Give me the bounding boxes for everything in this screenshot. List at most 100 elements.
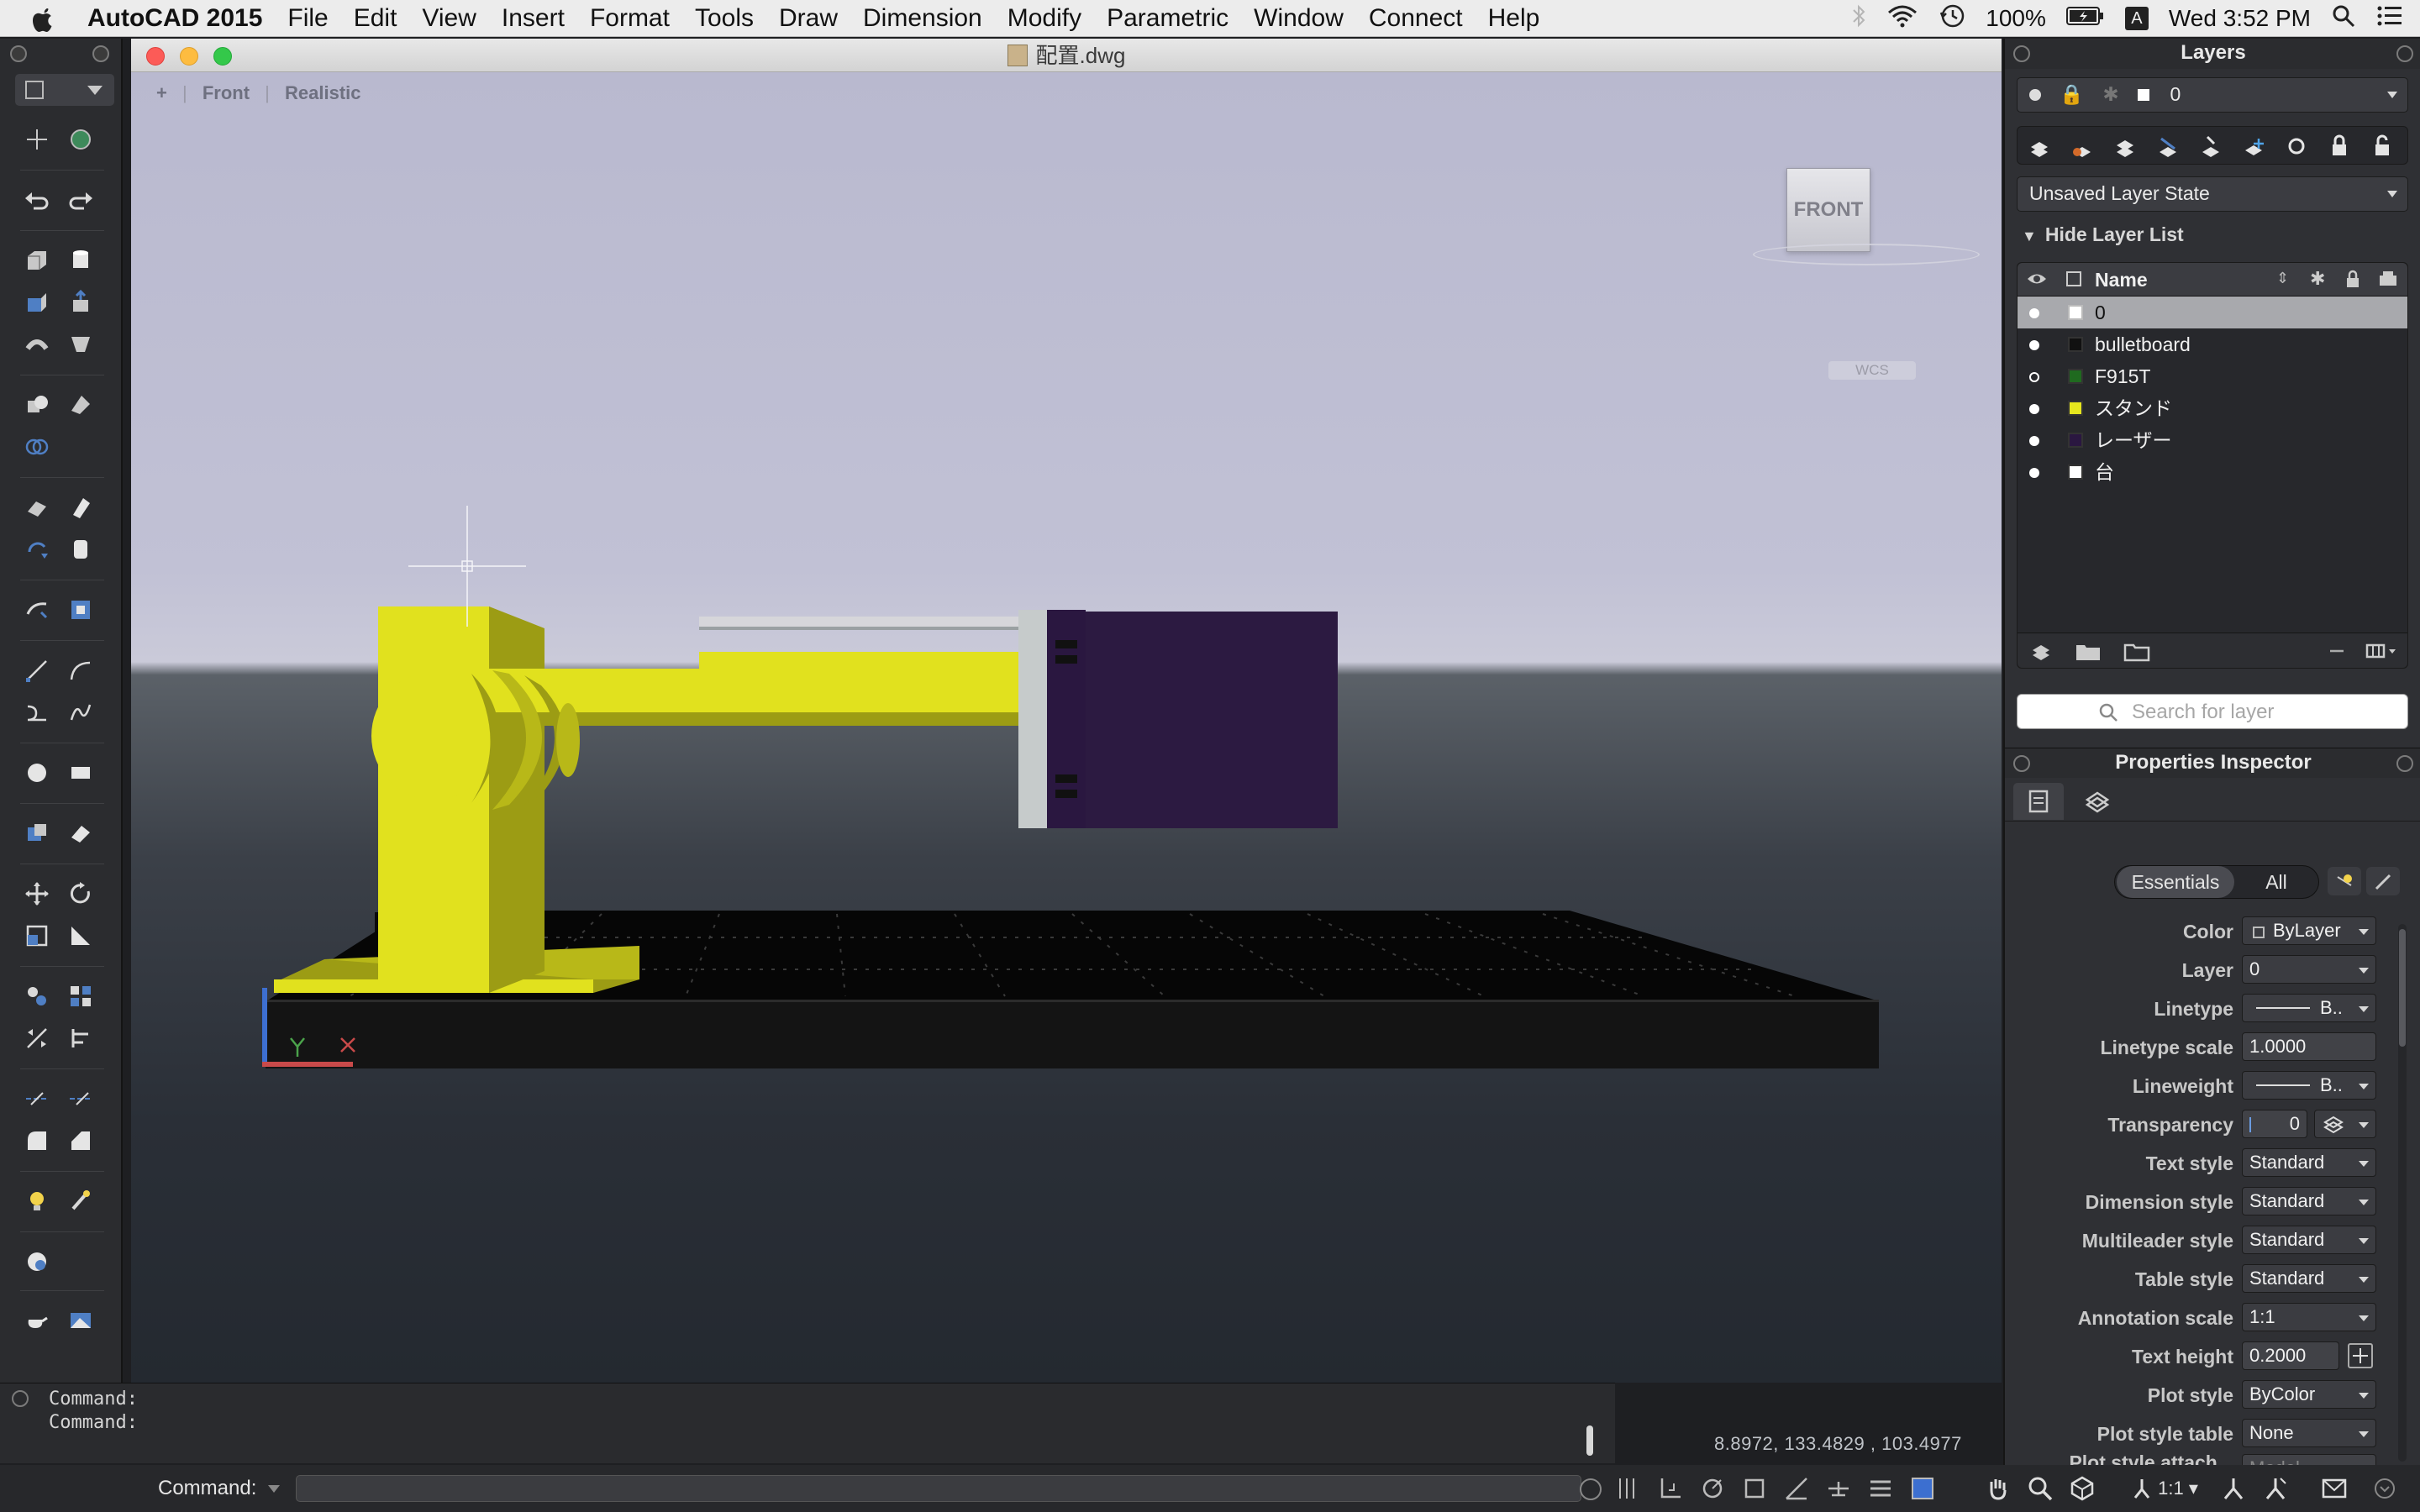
layer-freeze-icon[interactable]: [2237, 132, 2270, 160]
layer-off-icon[interactable]: [2280, 132, 2313, 160]
text-style-select[interactable]: Standard: [2242, 1148, 2376, 1177]
menu-file[interactable]: File: [275, 0, 340, 37]
layer-visibility-dot[interactable]: [2029, 468, 2039, 478]
spline-tool-icon[interactable]: [64, 696, 97, 729]
zoom-icon[interactable]: [2027, 1475, 2054, 1502]
menu-modify[interactable]: Modify: [995, 0, 1094, 37]
material-brush-icon[interactable]: [64, 1184, 97, 1218]
chamfer-tool-icon[interactable]: [64, 1124, 97, 1158]
sweep-icon[interactable]: [20, 328, 54, 361]
menu-format[interactable]: Format: [577, 0, 682, 37]
annotation-scale-button[interactable]: 1:1 ▾: [2131, 1473, 2198, 1504]
cylinder-solid-icon[interactable]: [64, 244, 97, 277]
properties-panel-collapse-dot[interactable]: [2396, 755, 2413, 772]
stretch-tool-icon[interactable]: [64, 919, 97, 953]
polar-tracking-icon[interactable]: [1783, 1475, 1810, 1502]
menu-help[interactable]: Help: [1476, 0, 1553, 37]
3d-scene[interactable]: [131, 72, 2002, 1383]
transparency-slider-handle[interactable]: [2249, 1117, 2251, 1132]
properties-panel-close-dot[interactable]: [2013, 755, 2030, 772]
palette-collapse-dot[interactable]: [92, 45, 109, 62]
subtract-icon[interactable]: [64, 388, 97, 422]
circle-tool-icon[interactable]: [20, 756, 54, 790]
layer-visibility-dot[interactable]: [2029, 308, 2039, 318]
menubar-clock[interactable]: Wed 3:52 PM: [2169, 5, 2311, 32]
model-viewport[interactable]: + | Front | Realistic FRONT WCS: [131, 72, 2002, 1383]
offset-edge-icon[interactable]: [20, 593, 54, 627]
orbit-globe-tool[interactable]: [64, 123, 97, 156]
auto-scale-icon[interactable]: [2262, 1475, 2289, 1502]
layer-name-column[interactable]: Name: [2095, 263, 2148, 297]
ucs-origin-tool[interactable]: [20, 123, 54, 156]
viewcube[interactable]: FRONT: [1786, 168, 1870, 252]
dimension-style-select[interactable]: Standard: [2242, 1187, 2376, 1215]
menu-draw[interactable]: Draw: [766, 0, 850, 37]
new-group-folder-icon[interactable]: [2071, 637, 2105, 665]
fillet-tool-icon[interactable]: [20, 1124, 54, 1158]
viewport-menu-button[interactable]: +: [156, 82, 167, 103]
layer-select[interactable]: 0: [2242, 955, 2376, 984]
layer-row[interactable]: 0: [2018, 297, 2407, 328]
mirror-tool-icon[interactable]: [20, 1021, 54, 1055]
layer-color-swatch[interactable]: [2068, 337, 2083, 352]
all-tab[interactable]: All: [2238, 866, 2315, 898]
layer-color-swatch[interactable]: [2068, 465, 2083, 480]
layer-color-swatch[interactable]: [2068, 433, 2083, 448]
layer-color-column-icon[interactable]: [2066, 271, 2081, 286]
trim-tool-icon[interactable]: [20, 1082, 54, 1116]
loft-icon[interactable]: [64, 328, 97, 361]
menu-parametric[interactable]: Parametric: [1094, 0, 1241, 37]
linetype-scale-input[interactable]: 1.0000: [2242, 1032, 2376, 1061]
essentials-tab[interactable]: Essentials: [2117, 866, 2234, 898]
grid-display-icon[interactable]: [1615, 1475, 1642, 1502]
region-tool-icon[interactable]: [20, 816, 54, 850]
workspace-dropdown[interactable]: [15, 74, 114, 106]
align-tool-icon[interactable]: [64, 1021, 97, 1055]
lineweight-select[interactable]: B..: [2242, 1071, 2376, 1100]
command-history-toggle-icon[interactable]: [1580, 1478, 1602, 1500]
lineweight-icon[interactable]: [1867, 1475, 1894, 1502]
scale-tool-icon[interactable]: [20, 919, 54, 953]
command-line-close-dot[interactable]: [12, 1390, 29, 1407]
layer-row[interactable]: bulletboard: [2018, 328, 2407, 360]
layer-color-swatch[interactable]: [2068, 305, 2083, 320]
intersect-icon[interactable]: [20, 430, 54, 464]
clean-screen-icon[interactable]: [2321, 1475, 2348, 1502]
delete-layer-icon[interactable]: [2320, 637, 2354, 665]
extend-tool-icon[interactable]: [64, 1082, 97, 1116]
pick-height-icon[interactable]: [2348, 1343, 2373, 1368]
layer-unlock-icon[interactable]: [2365, 132, 2399, 160]
status-menu-icon[interactable]: [2371, 1475, 2398, 1502]
layer-color-swatch[interactable]: [2068, 369, 2083, 384]
render-window-icon[interactable]: [64, 1304, 97, 1337]
box-solid-icon[interactable]: [20, 244, 54, 277]
view-preset-button[interactable]: Front: [203, 82, 250, 103]
transparency-input[interactable]: 0: [2242, 1110, 2307, 1138]
multileader-style-select[interactable]: Standard: [2242, 1226, 2376, 1254]
bluetooth-icon[interactable]: [1851, 3, 1866, 34]
properties-scrollbar[interactable]: [2398, 924, 2407, 1462]
layer-row[interactable]: スタンド: [2018, 392, 2407, 424]
plot-style-table-select[interactable]: None: [2242, 1419, 2376, 1447]
arc-tool-icon[interactable]: [64, 654, 97, 687]
color-select[interactable]: ByLayer: [2242, 916, 2376, 945]
redo-icon[interactable]: [64, 183, 97, 217]
wifi-icon[interactable]: [1886, 3, 1918, 34]
rectangle-tool-icon[interactable]: [64, 756, 97, 790]
presspull-icon[interactable]: [64, 286, 97, 319]
table-style-select[interactable]: Standard: [2242, 1264, 2376, 1293]
pick-add-icon[interactable]: [2366, 867, 2400, 895]
command-prompt[interactable]: Command:: [158, 1465, 281, 1512]
menu-insert[interactable]: Insert: [489, 0, 577, 37]
fillet-edge-icon[interactable]: [20, 491, 54, 524]
palette-close-dot[interactable]: [10, 45, 27, 62]
lock-column-icon[interactable]: [2345, 270, 2360, 292]
battery-icon[interactable]: [2065, 5, 2105, 33]
plot-style-select[interactable]: ByColor: [2242, 1380, 2376, 1409]
shell-icon[interactable]: [64, 533, 97, 566]
visibility-eye-icon[interactable]: [2026, 270, 2048, 292]
layers-panel-close-dot[interactable]: [2013, 45, 2030, 62]
chamfer-edge-icon[interactable]: [64, 491, 97, 524]
teapot-render-icon[interactable]: [20, 1304, 54, 1337]
time-machine-icon[interactable]: [1939, 3, 1965, 35]
